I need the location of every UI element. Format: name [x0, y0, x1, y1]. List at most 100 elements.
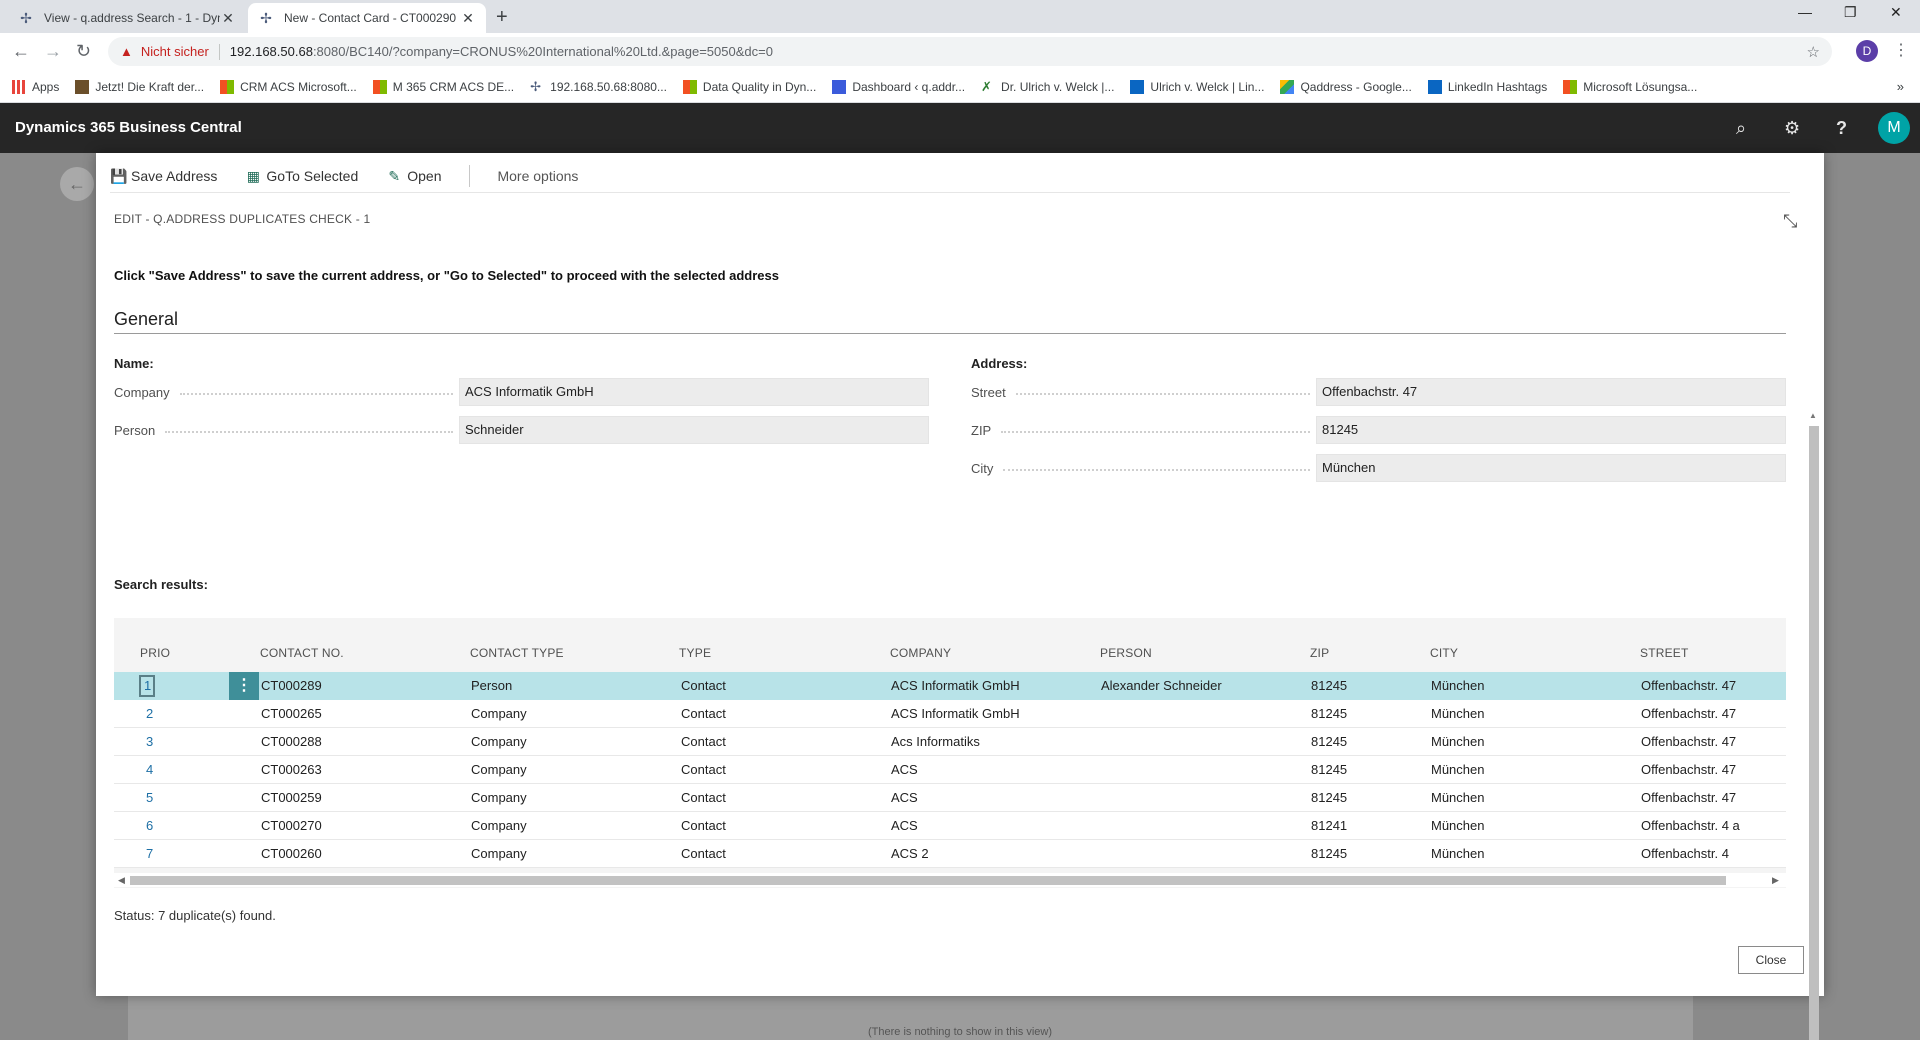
row-actions-menu-icon[interactable]: ⋮: [229, 672, 259, 700]
table-row[interactable]: 2 CT000265 Company Contact ACS Informati…: [114, 700, 1786, 728]
app-title[interactable]: Dynamics 365 Business Central: [15, 119, 242, 136]
table-row[interactable]: 7 CT000260 Company Contact ACS 2 81245 M…: [114, 840, 1786, 868]
back-arrow-icon: ←: [60, 167, 94, 201]
browser-tabstrip: ✢ View - q.address Search - 1 - Dyn ✕ ✢ …: [0, 0, 1920, 33]
bookmark-item[interactable]: ✗ Dr. Ulrich v. Welck |...: [981, 79, 1114, 94]
scroll-left-icon[interactable]: ◀: [118, 873, 125, 887]
bookmark-item[interactable]: ✢ 192.168.50.68:8080...: [530, 79, 667, 94]
column-header-type[interactable]: TYPE: [679, 646, 711, 660]
gear-icon[interactable]: ⚙: [1784, 118, 1800, 139]
column-header-zip[interactable]: ZIP: [1310, 646, 1329, 660]
search-icon[interactable]: ⌕: [1736, 118, 1746, 139]
bookmarks-bar: Apps Jetzt! Die Kraft der... CRM ACS Mic…: [0, 71, 1920, 103]
cell-city: München: [1431, 678, 1485, 693]
cell-prio[interactable]: 6: [146, 818, 153, 833]
bookmark-item[interactable]: Dashboard ‹ q.addr...: [832, 79, 965, 94]
street-field[interactable]: Offenbachstr. 47: [1316, 378, 1786, 406]
table-row[interactable]: 1 ⋮ CT000289 Person Contact ACS Informat…: [114, 672, 1786, 700]
cell-prio[interactable]: 2: [146, 706, 153, 721]
zip-field[interactable]: 81245: [1316, 416, 1786, 444]
duplicates-check-dialog: 💾 Save Address ▦ GoTo Selected ✎ Open Mo…: [96, 153, 1824, 1040]
zip-label: ZIP: [971, 423, 1316, 438]
new-tab-icon[interactable]: +: [496, 6, 508, 29]
column-header-city[interactable]: CITY: [1430, 646, 1458, 660]
bookmark-item[interactable]: M 365 CRM ACS DE...: [372, 79, 514, 94]
collapse-icon[interactable]: ⤡: [1783, 211, 1797, 232]
person-field[interactable]: Schneider: [459, 416, 929, 444]
instruction-text: Click "Save Address" to save the current…: [114, 268, 779, 283]
city-label: City: [971, 461, 1316, 476]
cell-person: Alexander Schneider: [1101, 678, 1222, 693]
column-header-prio[interactable]: PRIO: [140, 646, 170, 660]
cell-prio[interactable]: 4: [146, 762, 153, 777]
browser-menu-icon[interactable]: ⋮: [1893, 40, 1909, 60]
cell-prio[interactable]: 7: [146, 846, 153, 861]
open-button[interactable]: ✎ Open: [386, 168, 441, 184]
bookmark-item[interactable]: Ulrich v. Welck | Lin...: [1130, 79, 1264, 94]
close-tab-icon[interactable]: ✕: [220, 10, 236, 27]
grid-header: PRIO CONTACT NO. CONTACT TYPE TYPE COMPA…: [114, 646, 1786, 666]
close-button[interactable]: Close: [1738, 946, 1804, 974]
back-icon[interactable]: ←: [12, 41, 30, 62]
cell-city: München: [1431, 762, 1485, 777]
scroll-right-icon[interactable]: ▶: [1772, 873, 1779, 887]
table-row[interactable]: 6 CT000270 Company Contact ACS 81241 Mün…: [114, 812, 1786, 840]
column-header-company[interactable]: COMPANY: [890, 646, 951, 660]
section-title-general[interactable]: General: [114, 309, 178, 330]
table-row[interactable]: 5 CT000259 Company Contact ACS 81245 Mün…: [114, 784, 1786, 812]
column-header-contact-type[interactable]: CONTACT TYPE: [470, 646, 564, 660]
cell-contact-type: Company: [471, 818, 527, 833]
cell-type: Contact: [681, 762, 726, 777]
help-icon[interactable]: ?: [1836, 118, 1847, 139]
forward-icon[interactable]: →: [44, 41, 62, 62]
tab-title: New - Contact Card - CT000290: [284, 11, 457, 25]
cell-zip: 81245: [1311, 706, 1348, 721]
horizontal-scrollbar[interactable]: ◀ ▶: [114, 873, 1786, 887]
cell-contact-type: Company: [471, 706, 527, 721]
cell-prio[interactable]: 3: [146, 734, 153, 749]
goto-selected-button[interactable]: ▦ GoTo Selected: [245, 168, 358, 184]
tab-title: View - q.address Search - 1 - Dyn: [44, 11, 220, 25]
bookmark-star-icon[interactable]: ☆: [1807, 43, 1820, 61]
column-header-contact-no[interactable]: CONTACT NO.: [260, 646, 344, 660]
bookmarks-overflow-icon[interactable]: »: [1897, 79, 1904, 94]
minimize-icon[interactable]: —: [1798, 4, 1812, 20]
browser-tab-contact-card[interactable]: ✢ New - Contact Card - CT000290 ✕: [248, 3, 486, 33]
save-address-button[interactable]: 💾 Save Address: [110, 168, 217, 184]
city-field[interactable]: München: [1316, 454, 1786, 482]
table-row[interactable]: 4 CT000263 Company Contact ACS 81245 Mün…: [114, 756, 1786, 784]
cell-city: München: [1431, 790, 1485, 805]
bookmark-item[interactable]: Qaddress - Google...: [1280, 79, 1412, 94]
column-header-street[interactable]: STREET: [1640, 646, 1689, 660]
more-options-button[interactable]: More options: [497, 168, 578, 184]
cell-zip: 81241: [1311, 818, 1348, 833]
bookmark-item[interactable]: Microsoft Lösungsa...: [1563, 79, 1697, 94]
bookmark-item[interactable]: CRM ACS Microsoft...: [220, 79, 357, 94]
address-bar[interactable]: ▲ Nicht sicher 192.168.50.68 :8080/BC140…: [108, 37, 1832, 66]
scrollbar-thumb[interactable]: [130, 876, 1726, 885]
scroll-up-icon[interactable]: ▲: [1809, 411, 1817, 420]
column-header-person[interactable]: PERSON: [1100, 646, 1152, 660]
profile-avatar[interactable]: D: [1856, 40, 1878, 62]
security-status[interactable]: Nicht sicher: [141, 44, 209, 59]
restore-icon[interactable]: ❐: [1844, 4, 1857, 21]
bookmark-item[interactable]: Data Quality in Dyn...: [682, 79, 816, 94]
scrollbar-thumb[interactable]: [1809, 426, 1819, 1040]
user-avatar[interactable]: M: [1878, 112, 1910, 144]
cell-contact-type: Company: [471, 762, 527, 777]
browser-tab-qaddress-search[interactable]: ✢ View - q.address Search - 1 - Dyn ✕: [8, 3, 246, 33]
vertical-scrollbar[interactable]: ▲ ▼: [1808, 411, 1820, 1040]
window-close-icon[interactable]: ✕: [1890, 4, 1902, 21]
action-bar: 💾 Save Address ▦ GoTo Selected ✎ Open Mo…: [110, 163, 606, 189]
street-field-row: Street Offenbachstr. 47: [971, 378, 1786, 406]
bookmark-item[interactable]: LinkedIn Hashtags: [1427, 79, 1547, 94]
company-field[interactable]: ACS Informatik GmbH: [459, 378, 929, 406]
cell-prio[interactable]: 1: [144, 678, 151, 693]
reload-icon[interactable]: ↻: [76, 41, 91, 62]
qaddress-icon: [832, 79, 847, 94]
cell-prio[interactable]: 5: [146, 790, 153, 805]
bookmark-item[interactable]: Jetzt! Die Kraft der...: [75, 79, 204, 94]
bookmark-apps[interactable]: Apps: [12, 79, 59, 94]
table-row[interactable]: 3 CT000288 Company Contact Acs Informati…: [114, 728, 1786, 756]
close-tab-icon[interactable]: ✕: [460, 10, 476, 27]
